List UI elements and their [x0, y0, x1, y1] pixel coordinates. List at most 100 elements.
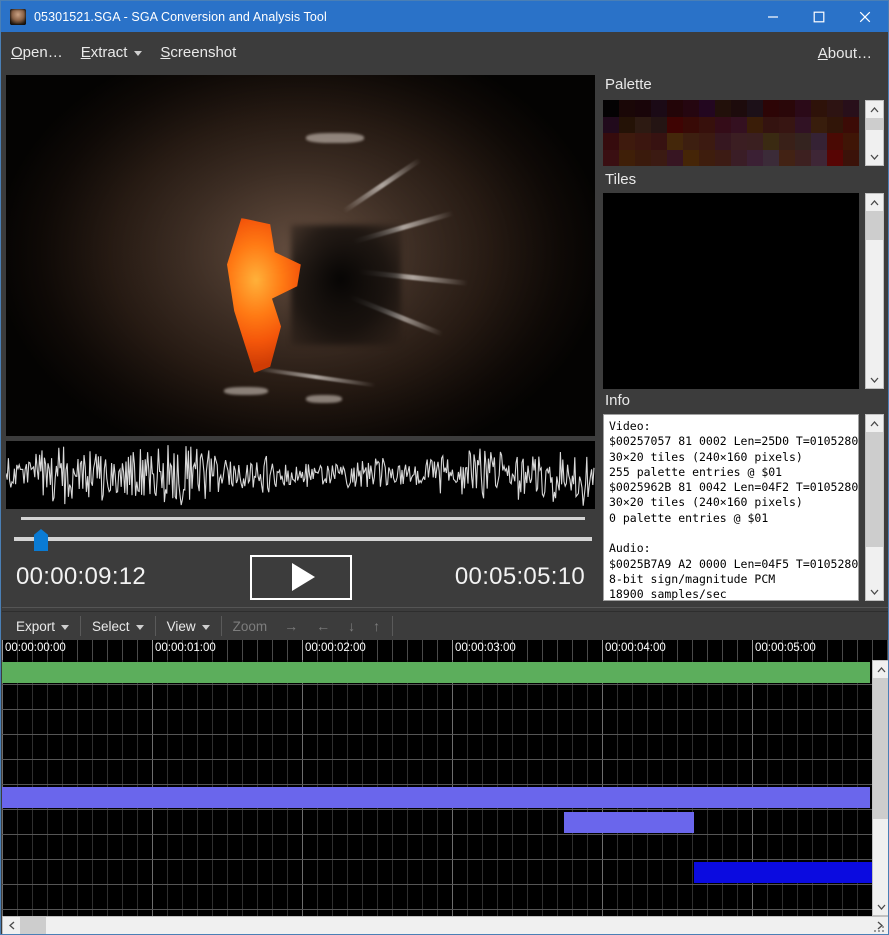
- palette-swatch[interactable]: [811, 100, 827, 117]
- palette-swatch[interactable]: [603, 116, 619, 133]
- palette-swatch[interactable]: [795, 133, 811, 150]
- palette-swatch[interactable]: [715, 116, 731, 133]
- palette-swatch[interactable]: [683, 100, 699, 117]
- audio-clip-track[interactable]: [2, 810, 872, 835]
- palette-swatch[interactable]: [731, 133, 747, 150]
- palette-swatch[interactable]: [747, 100, 763, 117]
- seek-bar[interactable]: [6, 513, 595, 551]
- palette-swatch[interactable]: [763, 116, 779, 133]
- palette-swatch[interactable]: [667, 100, 683, 117]
- palette-swatch[interactable]: [715, 100, 731, 117]
- palette-swatch[interactable]: [699, 116, 715, 133]
- palette-swatch[interactable]: [795, 116, 811, 133]
- palette-swatch[interactable]: [635, 116, 651, 133]
- palette-swatch[interactable]: [843, 100, 859, 117]
- palette-swatch[interactable]: [715, 149, 731, 166]
- palette-swatch[interactable]: [635, 133, 651, 150]
- palette-swatch[interactable]: [699, 133, 715, 150]
- palette-swatch[interactable]: [667, 116, 683, 133]
- palette-swatch[interactable]: [843, 116, 859, 133]
- scroll-up-button[interactable]: [866, 415, 883, 432]
- scroll-down-button[interactable]: [866, 148, 883, 165]
- palette-swatch-grid[interactable]: [603, 100, 859, 166]
- info-scrollbar[interactable]: [865, 414, 884, 601]
- palette-swatch[interactable]: [811, 149, 827, 166]
- palette-swatch[interactable]: [811, 116, 827, 133]
- palette-scrollbar[interactable]: [865, 100, 884, 166]
- view-menu-button[interactable]: View: [159, 616, 218, 637]
- timeline-clip[interactable]: [2, 662, 870, 683]
- palette-swatch[interactable]: [603, 100, 619, 117]
- timeline-clip[interactable]: [694, 862, 872, 883]
- palette-swatch[interactable]: [715, 133, 731, 150]
- menu-item-screenshot[interactable]: Screenshot: [151, 40, 245, 65]
- palette-swatch[interactable]: [731, 116, 747, 133]
- scroll-thumb[interactable]: [20, 917, 46, 934]
- timeline-vscrollbar[interactable]: [872, 660, 888, 916]
- palette-swatch[interactable]: [635, 149, 651, 166]
- info-textbox[interactable]: Video: $00257057 81 0002 Len=25D0 T=0105…: [603, 414, 859, 601]
- menu-item-extract[interactable]: Extract: [72, 40, 152, 65]
- audio-track[interactable]: [2, 785, 872, 810]
- zoom-up-arrow-button[interactable]: ↑: [364, 615, 389, 637]
- scroll-trough[interactable]: [866, 432, 883, 583]
- palette-swatch[interactable]: [683, 116, 699, 133]
- palette-swatch[interactable]: [795, 100, 811, 117]
- palette-swatch[interactable]: [683, 133, 699, 150]
- export-menu-button[interactable]: Export: [8, 616, 77, 637]
- palette-swatch[interactable]: [779, 149, 795, 166]
- scroll-thumb[interactable]: [866, 118, 883, 130]
- tiles-view[interactable]: [603, 193, 859, 389]
- menu-item-about[interactable]: About…: [809, 41, 881, 66]
- scroll-left-button[interactable]: [3, 917, 20, 934]
- scroll-trough[interactable]: [20, 917, 871, 934]
- tiles-scrollbar[interactable]: [865, 193, 884, 389]
- close-button[interactable]: [842, 1, 888, 32]
- scroll-down-button[interactable]: [866, 583, 883, 600]
- palette-swatch[interactable]: [619, 133, 635, 150]
- palette-swatch[interactable]: [619, 116, 635, 133]
- scroll-trough[interactable]: [873, 678, 888, 898]
- palette-swatch[interactable]: [651, 149, 667, 166]
- palette-swatch[interactable]: [603, 133, 619, 150]
- palette-swatch[interactable]: [763, 149, 779, 166]
- palette-swatch[interactable]: [731, 149, 747, 166]
- empty-track-4[interactable]: [2, 760, 872, 785]
- zoom-down-arrow-button[interactable]: ↓: [339, 615, 364, 637]
- video-track[interactable]: [2, 660, 872, 685]
- palette-swatch[interactable]: [763, 133, 779, 150]
- palette-swatch[interactable]: [763, 100, 779, 117]
- palette-swatch[interactable]: [651, 133, 667, 150]
- palette-swatch[interactable]: [795, 149, 811, 166]
- palette-swatch[interactable]: [683, 149, 699, 166]
- play-button[interactable]: [249, 554, 352, 600]
- scroll-thumb[interactable]: [873, 678, 888, 819]
- scroll-up-button[interactable]: [866, 194, 883, 211]
- palette-swatch[interactable]: [827, 116, 843, 133]
- palette-swatch[interactable]: [843, 133, 859, 150]
- zoom-out-left-arrow-button[interactable]: ←: [307, 615, 339, 637]
- data-track[interactable]: [2, 860, 872, 885]
- scroll-thumb[interactable]: [866, 432, 883, 547]
- palette-swatch[interactable]: [827, 149, 843, 166]
- palette-swatch[interactable]: [731, 100, 747, 117]
- palette-swatch[interactable]: [779, 133, 795, 150]
- palette-swatch[interactable]: [747, 116, 763, 133]
- palette-swatch[interactable]: [747, 133, 763, 150]
- palette-swatch[interactable]: [667, 149, 683, 166]
- scroll-down-button[interactable]: [873, 898, 888, 915]
- timeline-clip[interactable]: [564, 812, 694, 833]
- select-menu-button[interactable]: Select: [84, 616, 152, 637]
- empty-track-2[interactable]: [2, 710, 872, 735]
- palette-swatch[interactable]: [779, 116, 795, 133]
- scroll-up-button[interactable]: [866, 101, 883, 118]
- scroll-up-button[interactable]: [873, 661, 888, 678]
- scroll-trough[interactable]: [866, 211, 883, 371]
- zoom-in-right-arrow-button[interactable]: →: [275, 615, 307, 637]
- scroll-down-button[interactable]: [866, 371, 883, 388]
- empty-track-3[interactable]: [2, 735, 872, 760]
- palette-swatch[interactable]: [651, 116, 667, 133]
- palette-swatch[interactable]: [699, 149, 715, 166]
- palette-swatch[interactable]: [635, 100, 651, 117]
- timeline-hscrollbar[interactable]: [2, 916, 888, 934]
